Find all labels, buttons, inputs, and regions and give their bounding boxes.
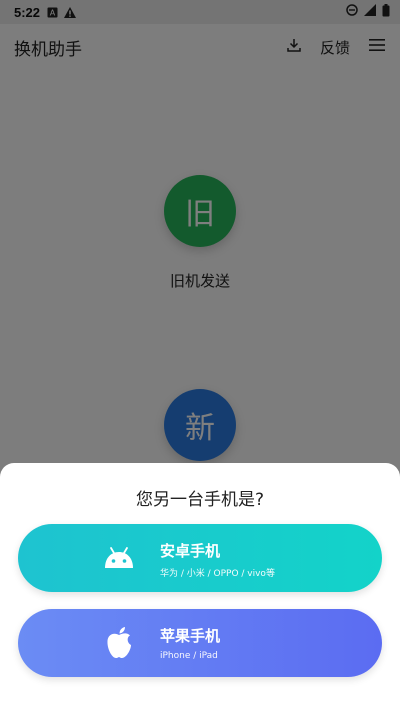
- android-icon: [102, 541, 136, 575]
- iphone-option-title: 苹果手机: [160, 627, 221, 645]
- phone-type-bottom-sheet: 您另一台手机是? 安卓手机 华为 / 小米 / OPPO / vivo等 苹果手…: [0, 463, 400, 710]
- iphone-option[interactable]: 苹果手机 iPhone / iPad: [18, 609, 382, 677]
- android-phone-option[interactable]: 安卓手机 华为 / 小米 / OPPO / vivo等: [18, 524, 382, 592]
- android-option-title: 安卓手机: [160, 542, 221, 560]
- android-option-subtitle: 华为 / 小米 / OPPO / vivo等: [160, 569, 275, 579]
- sheet-question: 您另一台手机是?: [135, 490, 265, 510]
- iphone-option-subtitle: iPhone / iPad: [160, 651, 218, 661]
- apple-icon: [102, 626, 136, 660]
